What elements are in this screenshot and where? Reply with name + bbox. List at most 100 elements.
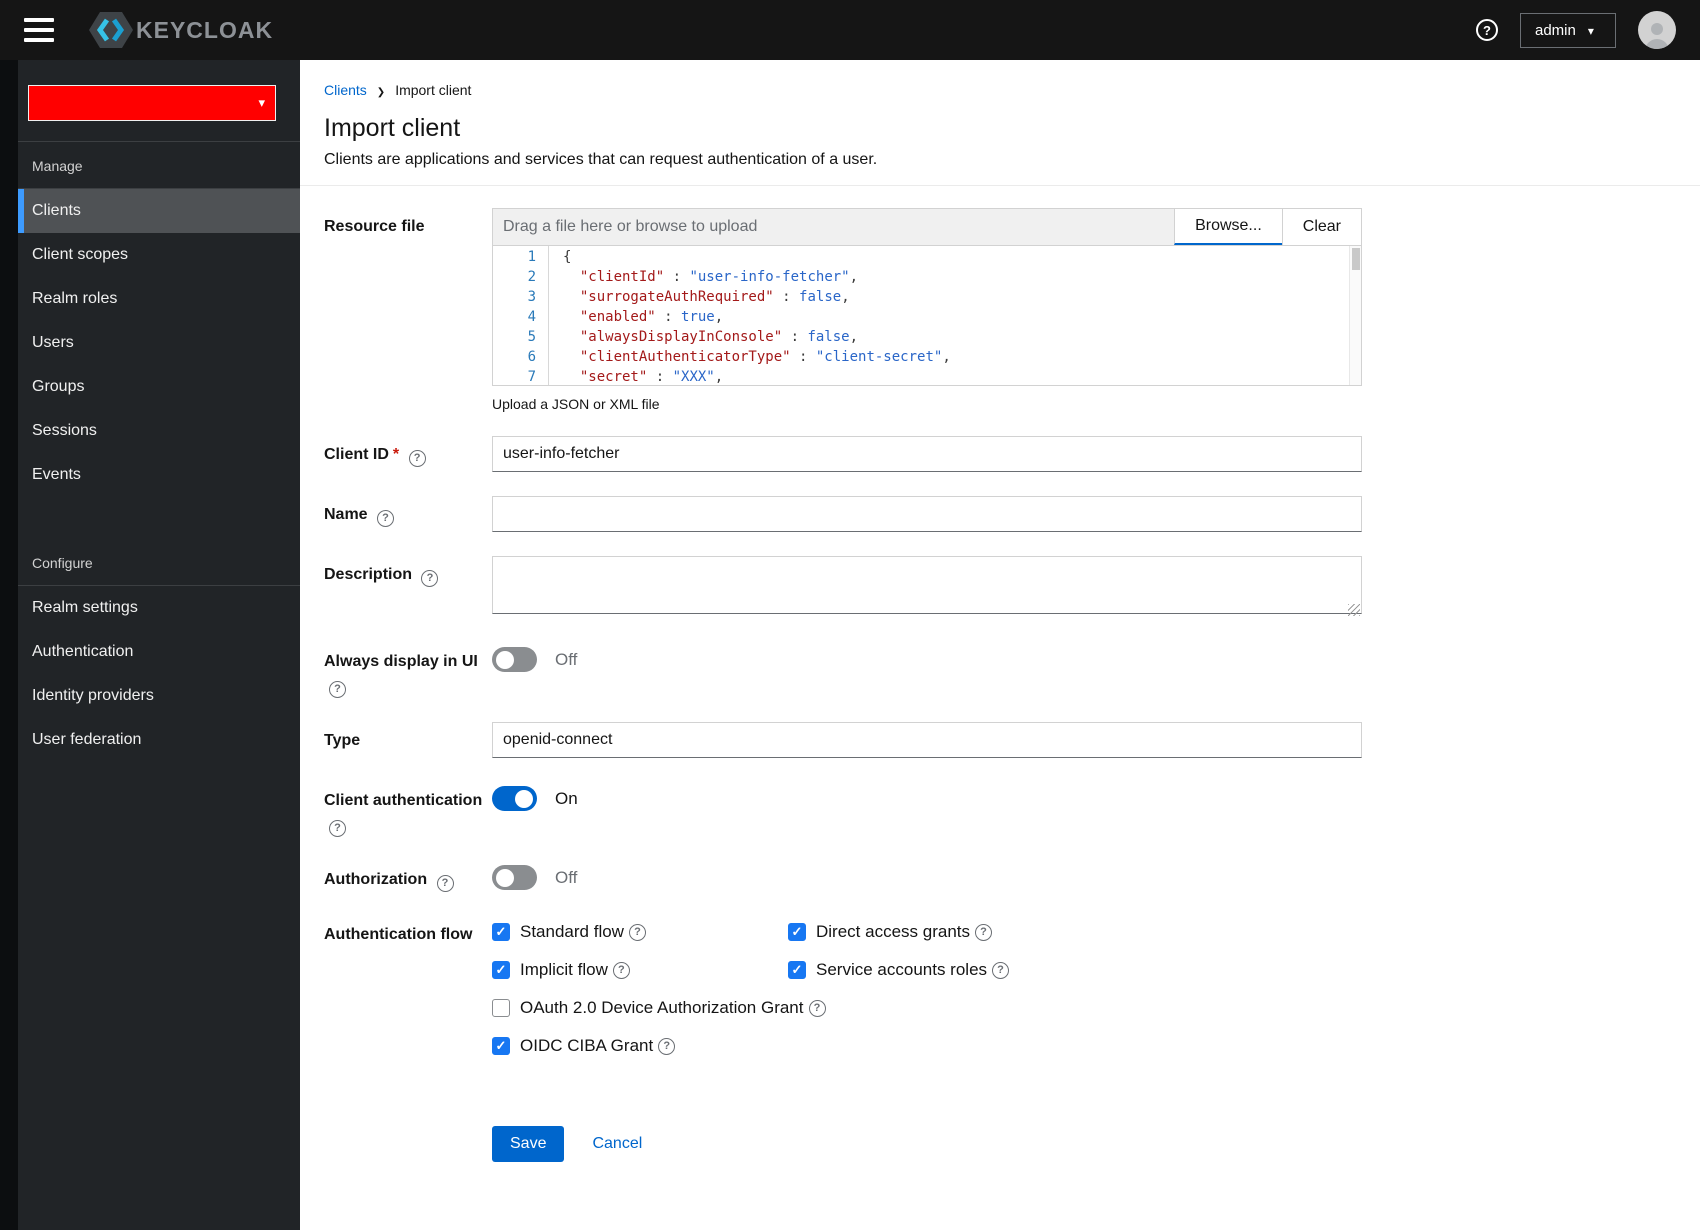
- code-editor[interactable]: 1 2 3 4 5 6 7 { "clientId" : "user-info-fetche…: [493, 245, 1361, 385]
- checkbox-direct-access-grants[interactable]: Direct access grants: [788, 922, 1362, 942]
- description-label: Description: [324, 556, 492, 619]
- checkbox-service-accounts-roles[interactable]: Service accounts roles: [788, 960, 1362, 980]
- breadcrumb-current: Import client: [395, 82, 472, 98]
- page-header: Clients Import client Import client Clie…: [300, 60, 1700, 186]
- checkbox-checked-icon[interactable]: [788, 923, 806, 941]
- sidebar-item-client-scopes[interactable]: Client scopes: [18, 233, 300, 277]
- file-upload-control: Drag a file here or browse to upload Bro…: [492, 208, 1362, 386]
- checkbox-oidc-ciba-grant[interactable]: OIDC CIBA Grant: [492, 1036, 1362, 1056]
- nav-section-title: Configure: [18, 539, 300, 586]
- resource-file-label: Resource file: [324, 218, 425, 235]
- form-actions-row: Save Cancel: [324, 1080, 1676, 1162]
- question-circle-icon[interactable]: [808, 999, 826, 1017]
- sidebar-item-sessions[interactable]: Sessions: [18, 409, 300, 453]
- code-line: "secret" : "XXX",: [579, 369, 724, 385]
- sidebar-item-realm-settings[interactable]: Realm settings: [18, 586, 300, 630]
- page-subtitle: Clients are applications and services th…: [324, 151, 878, 168]
- save-button[interactable]: Save: [492, 1126, 565, 1162]
- code-line: "surrogateAuthRequired" : false,: [579, 289, 850, 305]
- question-circle-icon[interactable]: [421, 569, 439, 587]
- sidebar-item-realm-roles[interactable]: Realm roles: [18, 277, 300, 321]
- nav-section-title: Manage: [18, 142, 300, 189]
- question-circle-icon[interactable]: [612, 961, 630, 979]
- editor-scrollbar[interactable]: [1349, 246, 1361, 385]
- authorization-label: Authorization: [324, 861, 492, 892]
- scrollbar-thumb[interactable]: [1351, 248, 1360, 270]
- nav-section-manage: Manage Clients Client scopes Realm roles Use…: [18, 142, 300, 497]
- sidebar-item-events[interactable]: Events: [18, 453, 300, 497]
- authorization-toggle[interactable]: [492, 865, 537, 890]
- form-row-authentication-flow: Authentication flow Standard flow Direct …: [324, 916, 1676, 1056]
- code-line: "alwaysDisplayInConsole" : false,: [579, 329, 859, 345]
- realm-selector[interactable]: [28, 85, 276, 121]
- file-drop-zone[interactable]: Drag a file here or browse to upload: [493, 209, 1175, 245]
- clear-button[interactable]: Clear: [1281, 209, 1361, 245]
- name-label: Name: [324, 496, 492, 532]
- question-circle-icon[interactable]: [658, 1037, 676, 1055]
- question-circle-icon[interactable]: [628, 923, 646, 941]
- form-row-name: Name: [324, 496, 1676, 532]
- checkbox-standard-flow[interactable]: Standard flow: [492, 922, 788, 942]
- question-circle-icon[interactable]: [329, 680, 346, 698]
- question-circle-icon[interactable]: [329, 819, 346, 837]
- checkbox-label: OIDC CIBA Grant: [520, 1036, 654, 1055]
- line-number: 1: [527, 249, 536, 265]
- checkbox-label: Direct access grants: [816, 922, 970, 941]
- line-number: 2: [527, 269, 536, 285]
- sidebar: ManageClientsClient scopesRealm rolesUse…: [0, 60, 300, 1230]
- sidebar-item-identity-providers[interactable]: Identity providers: [18, 674, 300, 718]
- checkbox-checked-icon[interactable]: [492, 961, 510, 979]
- form-row-type: Type: [324, 722, 1676, 758]
- checkbox-checked-icon[interactable]: [788, 961, 806, 979]
- always-display-toggle[interactable]: [492, 647, 537, 672]
- required-asterisk: *: [392, 446, 400, 463]
- user-menu-dropdown[interactable]: admin: [1520, 12, 1616, 48]
- description-textarea[interactable]: [492, 556, 1362, 614]
- avatar[interactable]: [1638, 11, 1676, 49]
- editor-code[interactable]: { "clientId" : "user-info-fetcher", "sur…: [549, 246, 1361, 385]
- sidebar-nav: Manage Clients Client scopes Realm roles Use…: [18, 142, 300, 762]
- sidebar-item-user-federation[interactable]: User federation: [18, 718, 300, 762]
- question-circle-icon[interactable]: [992, 961, 1010, 979]
- nav-section-configure: Configure Realm settings Authentication Ide…: [18, 539, 300, 762]
- chevron-down-icon: [248, 94, 275, 112]
- user-name: admin: [1535, 21, 1576, 39]
- form-row-authorization: Authorization Off: [324, 861, 1676, 892]
- toggle-state-label: On: [555, 788, 578, 808]
- sidebar-item-users[interactable]: Users: [18, 321, 300, 365]
- sidebar-item-clients[interactable]: Clients: [18, 189, 300, 233]
- breadcrumb: Clients Import client: [324, 82, 1676, 98]
- cancel-button[interactable]: Cancel: [592, 1135, 642, 1153]
- checkbox-label: OAuth 2.0 Device Authorization Grant: [520, 998, 804, 1017]
- question-circle-icon[interactable]: [975, 923, 992, 941]
- line-number: 7: [527, 369, 536, 385]
- question-circle-icon[interactable]: [436, 874, 454, 892]
- client-id-input[interactable]: [492, 436, 1362, 472]
- client-authentication-toggle[interactable]: [492, 786, 537, 811]
- browse-button[interactable]: Browse...: [1174, 209, 1282, 245]
- realm-name-redacted: [29, 86, 249, 120]
- code-line: "enabled" : true,: [579, 309, 724, 325]
- user-icon: [1645, 23, 1669, 49]
- name-input[interactable]: [492, 496, 1362, 532]
- checkbox-oauth-2-0-device-authorization-grant[interactable]: OAuth 2.0 Device Authorization Grant: [492, 998, 1362, 1018]
- breadcrumb-chevron-icon: [377, 82, 385, 98]
- question-circle-icon[interactable]: [377, 509, 395, 527]
- hamburger-menu-icon[interactable]: [24, 18, 54, 42]
- breadcrumb-clients-link[interactable]: Clients: [324, 82, 367, 98]
- form-row-client-id: Client ID *: [324, 436, 1676, 472]
- checkbox-unchecked-icon[interactable]: [492, 999, 510, 1017]
- type-input[interactable]: [492, 722, 1362, 758]
- checkbox-checked-icon[interactable]: [492, 1037, 510, 1055]
- help-icon[interactable]: [1476, 19, 1498, 41]
- always-display-label: Always display in UI: [324, 643, 492, 698]
- sidebar-item-authentication[interactable]: Authentication: [18, 630, 300, 674]
- question-circle-icon[interactable]: [408, 449, 426, 467]
- checkbox-checked-icon[interactable]: [492, 923, 510, 941]
- keycloak-logo-icon: [89, 12, 133, 48]
- checkbox-implicit-flow[interactable]: Implicit flow: [492, 960, 788, 980]
- type-label: Type: [324, 732, 361, 749]
- sidebar-item-groups[interactable]: Groups: [18, 365, 300, 409]
- authentication-flow-label: Authentication flow: [324, 926, 473, 943]
- brand-text: KEYCLOAK: [136, 16, 274, 43]
